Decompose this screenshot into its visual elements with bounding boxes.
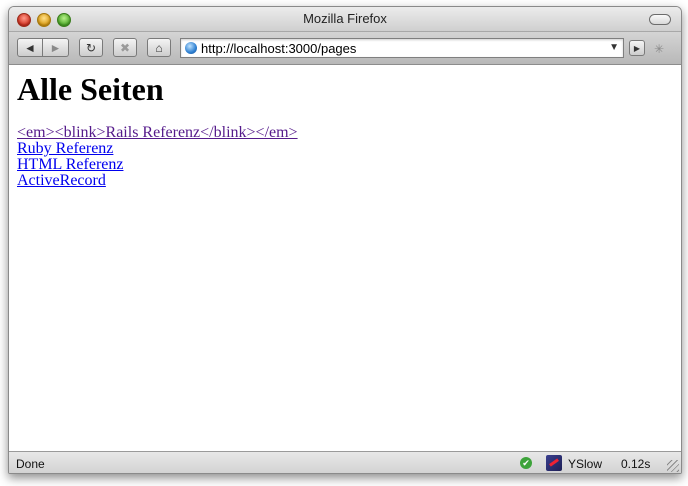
navigation-toolbar: ◄ ► ↻ ✖ ⌂ ▼ ▶ ✳ bbox=[9, 32, 681, 65]
forward-button[interactable]: ► bbox=[43, 38, 69, 57]
page-link-list: <em><blink>Rails Referenz</blink></em> R… bbox=[17, 125, 298, 189]
url-input[interactable] bbox=[201, 40, 601, 56]
forward-arrow-icon: ► bbox=[49, 40, 62, 55]
check-icon[interactable]: ✔ bbox=[520, 457, 532, 469]
go-arrow-icon: ▶ bbox=[633, 43, 641, 53]
status-bar: Done ✔ YSlow 0.12s bbox=[9, 451, 681, 473]
status-text: Done bbox=[16, 457, 45, 471]
link-html-referenz[interactable]: HTML Referenz bbox=[17, 157, 298, 173]
back-arrow-icon: ◄ bbox=[24, 40, 36, 55]
toolbar-toggle-button[interactable] bbox=[649, 14, 671, 25]
back-button[interactable]: ◄ bbox=[17, 38, 43, 57]
home-icon: ⌂ bbox=[155, 40, 163, 55]
stop-button[interactable]: ✖ bbox=[113, 38, 137, 57]
home-button[interactable]: ⌂ bbox=[147, 38, 171, 57]
link-activerecord[interactable]: ActiveRecord bbox=[17, 173, 298, 189]
page-heading: Alle Seiten bbox=[17, 71, 164, 107]
reload-icon: ↻ bbox=[85, 40, 97, 55]
go-button[interactable]: ▶ bbox=[629, 40, 645, 56]
address-bar[interactable]: ▼ bbox=[180, 38, 624, 58]
link-rails-referenz[interactable]: <em><blink>Rails Referenz</blink></em> bbox=[17, 125, 298, 141]
resize-grip-icon[interactable] bbox=[667, 460, 679, 472]
throbber-icon: ✳ bbox=[654, 42, 665, 56]
title-bar[interactable]: Mozilla Firefox bbox=[9, 7, 681, 32]
reload-button[interactable]: ↻ bbox=[79, 38, 103, 57]
yslow-label[interactable]: YSlow bbox=[568, 457, 602, 471]
url-history-dropdown-icon[interactable]: ▼ bbox=[609, 42, 619, 53]
page-content: Alle Seiten <em><blink>Rails Referenz</b… bbox=[9, 65, 681, 451]
window-title: Mozilla Firefox bbox=[303, 11, 387, 26]
stop-icon: ✖ bbox=[119, 40, 131, 55]
yslow-icon[interactable] bbox=[546, 455, 562, 471]
browser-window: Mozilla Firefox ◄ ► ↻ ✖ ⌂ ▼ ▶ ✳ Alle Sei… bbox=[8, 6, 682, 474]
site-globe-icon bbox=[185, 42, 197, 54]
load-time: 0.12s bbox=[621, 457, 651, 471]
link-ruby-referenz[interactable]: Ruby Referenz bbox=[17, 141, 298, 157]
